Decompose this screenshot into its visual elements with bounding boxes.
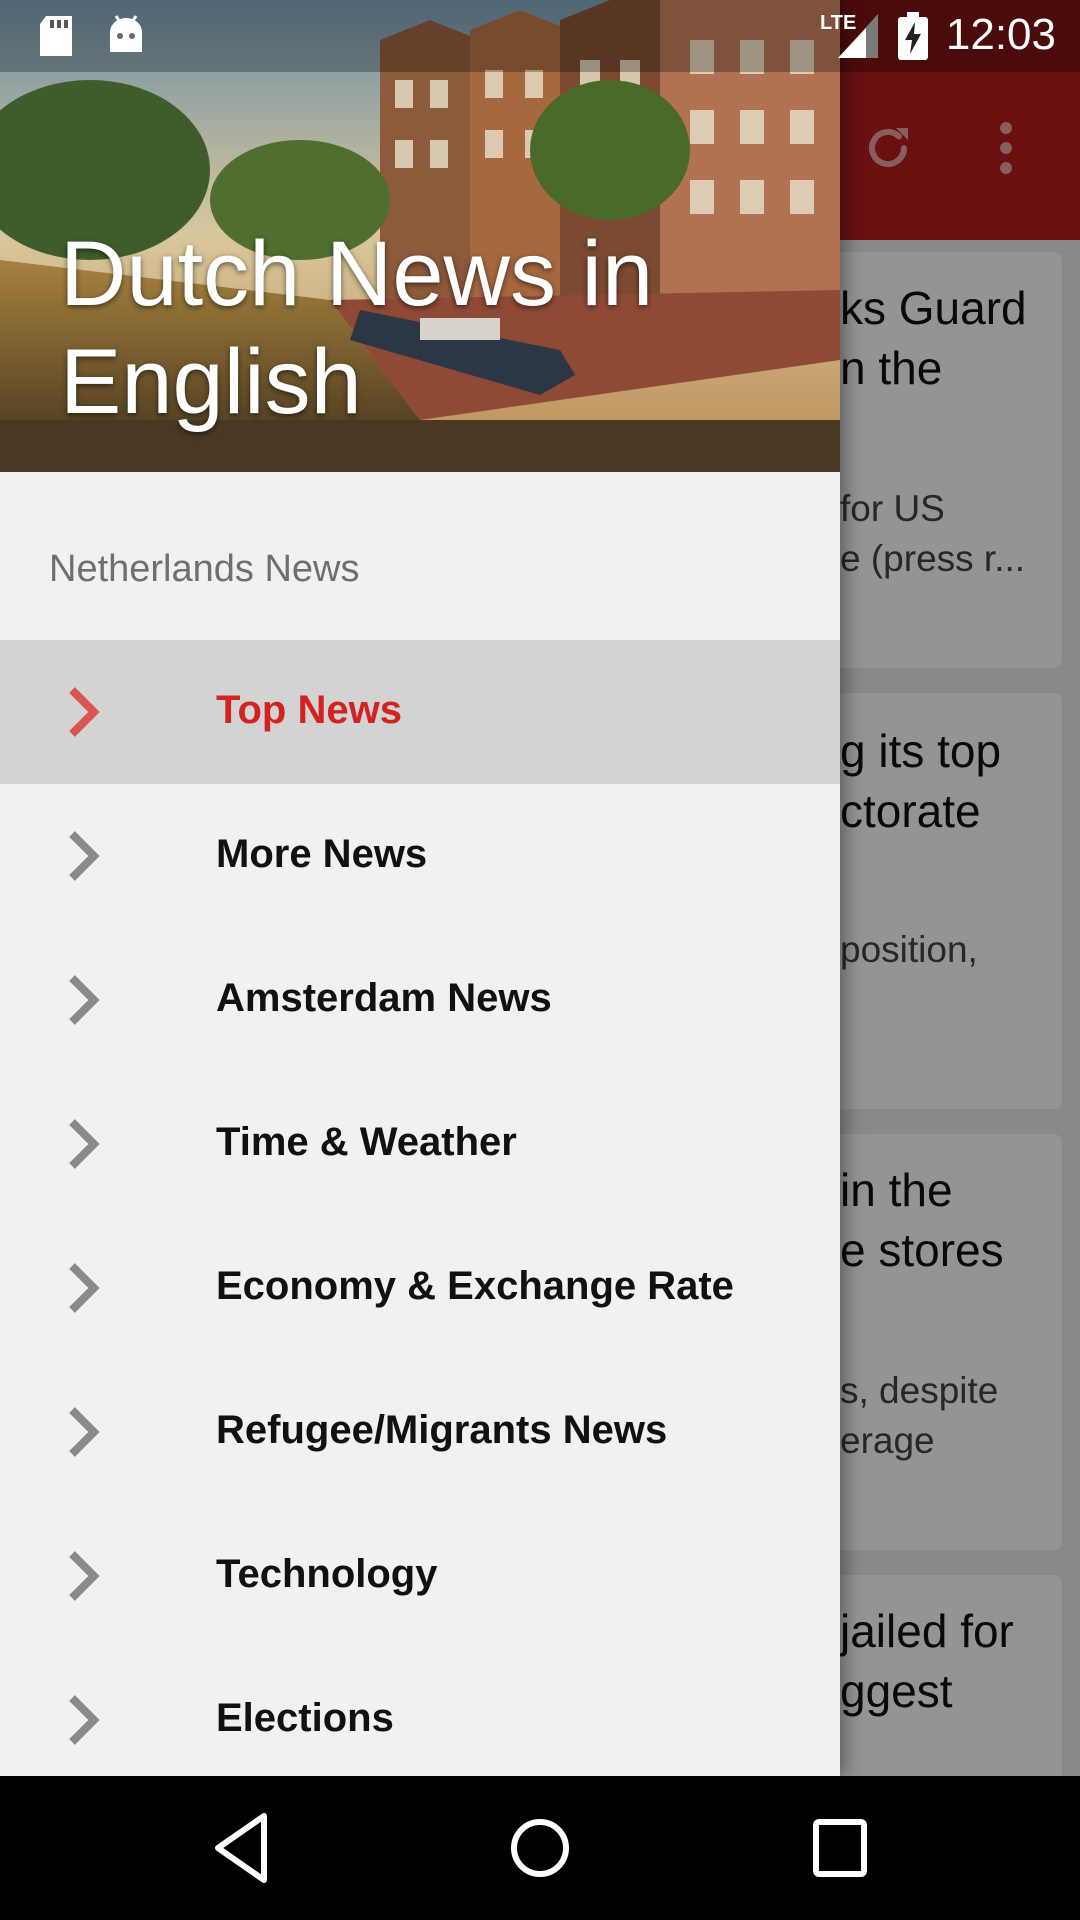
- chevron-right-icon: [66, 686, 102, 743]
- menu-item-label: Amsterdam News: [216, 976, 552, 1020]
- sd-card-icon: [36, 14, 76, 63]
- status-bar: LTE 12:03: [0, 0, 1080, 72]
- section-label: Netherlands News: [49, 548, 360, 590]
- menu-item-more-news[interactable]: More News: [0, 784, 840, 928]
- chevron-right-icon: [66, 1694, 102, 1751]
- clock: 12:03: [945, 10, 1056, 59]
- menu-item-technology[interactable]: Technology: [0, 1504, 840, 1648]
- menu-item-label: More News: [216, 832, 428, 876]
- chevron-right-icon: [66, 830, 102, 887]
- drawer-menu: Top News More News Amsterdam News Time &…: [0, 640, 840, 1776]
- menu-item-top-news[interactable]: Top News: [0, 640, 840, 784]
- menu-item-label: Economy & Exchange Rate: [216, 1264, 734, 1308]
- chevron-right-icon: [66, 1550, 102, 1607]
- back-icon[interactable]: [212, 1810, 272, 1891]
- menu-item-label: Refugee/Migrants News: [216, 1408, 668, 1452]
- chevron-right-icon: [66, 1118, 102, 1175]
- chevron-right-icon: [66, 1406, 102, 1463]
- menu-item-amsterdam-news[interactable]: Amsterdam News: [0, 928, 840, 1072]
- navigation-drawer: Dutch News in English Netherlands News T…: [0, 0, 840, 1776]
- battery-charging-icon: [898, 12, 928, 65]
- android-icon: [106, 14, 146, 63]
- recents-icon[interactable]: [810, 1810, 870, 1891]
- menu-item-label: Time & Weather: [216, 1120, 517, 1164]
- menu-item-label: Technology: [216, 1552, 438, 1596]
- menu-item-time-weather[interactable]: Time & Weather: [0, 1072, 840, 1216]
- menu-item-refugee-migrants-news[interactable]: Refugee/Migrants News: [0, 1360, 840, 1504]
- menu-item-label: Top News: [216, 688, 402, 732]
- system-nav-bar: [0, 1776, 1080, 1920]
- chevron-right-icon: [66, 1262, 102, 1319]
- menu-item-label: Elections: [216, 1696, 394, 1740]
- menu-item-elections[interactable]: Elections: [0, 1648, 840, 1776]
- home-icon[interactable]: [508, 1810, 572, 1891]
- drawer-title: Dutch News in English: [60, 223, 654, 433]
- menu-item-economy-exchange-rate[interactable]: Economy & Exchange Rate: [0, 1216, 840, 1360]
- chevron-right-icon: [66, 974, 102, 1031]
- lte-signal-icon: [838, 14, 878, 63]
